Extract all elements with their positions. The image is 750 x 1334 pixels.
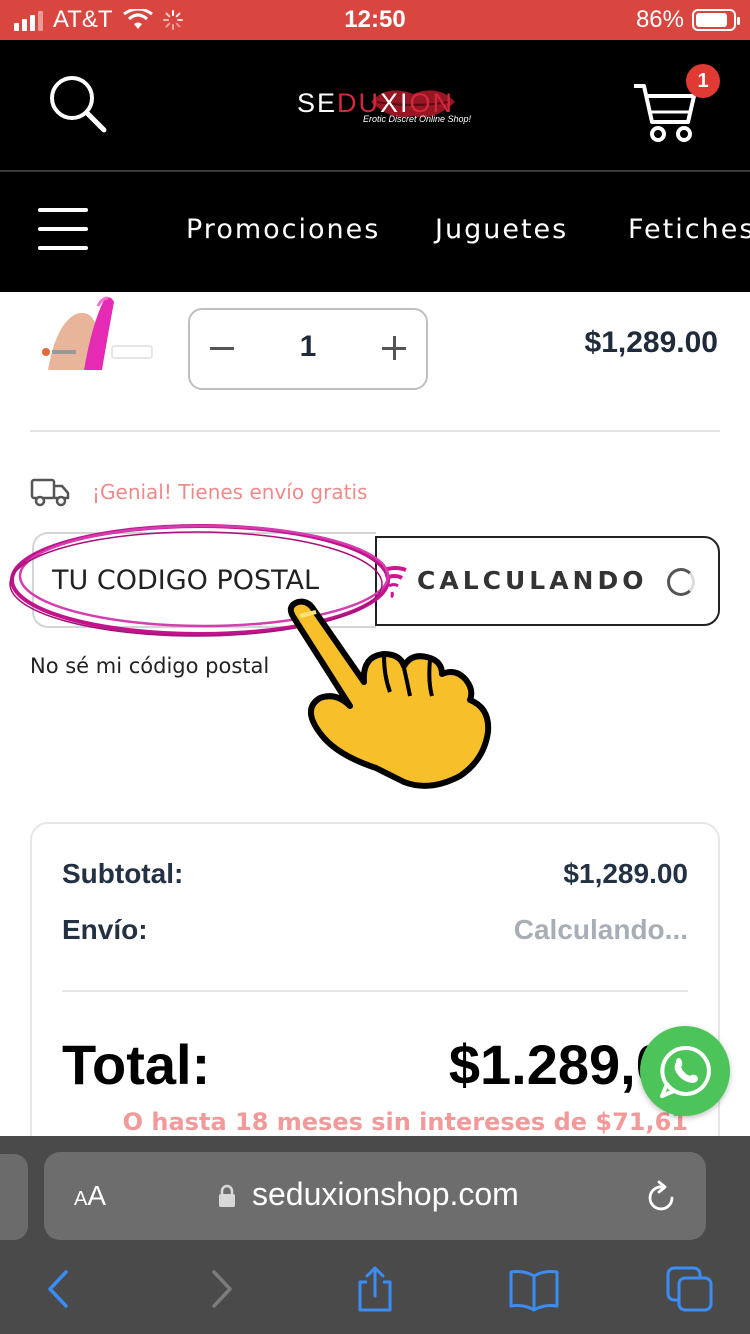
chevron-right-icon[interactable] (198, 1266, 244, 1312)
chevron-left-icon[interactable] (36, 1266, 82, 1312)
logo-tagline: Erotic Discret Online Shop! (363, 114, 472, 124)
aa-big: A (87, 1180, 107, 1211)
calculate-button-label: CALCULANDO (417, 566, 648, 595)
site-logo[interactable]: SEDUXION Erotic Discret Online Shop! (255, 74, 495, 134)
search-button[interactable] (44, 68, 114, 138)
screen: AT&T 12:50 86% SEDUXION Erotic Discret O… (0, 0, 750, 1334)
total-label: Total: (62, 1033, 211, 1096)
truck-icon (30, 478, 70, 507)
spinner-icon (667, 568, 695, 596)
whatsapp-icon (660, 1045, 711, 1098)
order-summary-card: Subtotal: $1,289.00 Envío: Calculando...… (30, 822, 720, 1182)
installments-text: O hasta 18 meses sin intereses de $71,61 (122, 1108, 688, 1136)
reader-aa-button[interactable]: AA (74, 1180, 106, 1212)
battery-percent: 86% (635, 6, 684, 33)
subtotal-value: $1,289.00 (563, 858, 688, 889)
battery-icon (692, 9, 740, 31)
divider (30, 430, 720, 432)
cart-count-badge: 1 (686, 64, 720, 98)
main-nav: Promociones Juguetes Fetiches (0, 172, 750, 292)
product-thumbnail[interactable] (36, 294, 160, 370)
nav-item-juguetes[interactable]: Juguetes (435, 214, 568, 245)
lock-icon (219, 1184, 235, 1207)
tabs-icon[interactable] (666, 1266, 714, 1312)
search-icon (50, 76, 107, 133)
shipping-value: Calculando... (513, 914, 688, 945)
url-text: seduxionshop.com (252, 1176, 519, 1212)
cart-button[interactable]: 1 (630, 64, 720, 144)
address-bar[interactable]: AA seduxionshop.com (44, 1152, 706, 1240)
postal-code-input[interactable] (32, 532, 376, 628)
subtotal-label: Subtotal: (62, 858, 184, 889)
summary-divider (62, 990, 688, 992)
swirl-annotation-icon (383, 566, 407, 598)
aa-small: A (74, 1188, 88, 1210)
product-image (36, 294, 160, 370)
unknown-postal-code-link[interactable]: No sé mi código postal (30, 654, 269, 678)
book-icon[interactable] (508, 1266, 560, 1312)
quantity-stepper: 1 (188, 308, 428, 390)
decrease-quantity-button[interactable] (208, 334, 238, 364)
whatsapp-button[interactable] (640, 1026, 730, 1116)
browser-toolbar: AA seduxionshop.com (0, 1136, 750, 1334)
nav-item-fetiches[interactable]: Fetiches (628, 214, 750, 245)
product-price: $1,289.00 (584, 326, 718, 359)
battery-level (696, 13, 727, 27)
logo-part-1: SE (297, 88, 338, 118)
status-right: 86% (635, 6, 740, 34)
calculate-shipping-button[interactable]: CALCULANDO (375, 536, 720, 626)
nav-item-promociones[interactable]: Promociones (186, 214, 380, 245)
shipping-label: Envío: (62, 914, 148, 945)
quantity-value[interactable]: 1 (280, 330, 336, 364)
reload-icon[interactable] (646, 1180, 678, 1214)
previous-tab-peek[interactable] (0, 1154, 28, 1240)
hamburger-icon[interactable] (38, 208, 88, 250)
increase-quantity-button[interactable] (380, 334, 410, 364)
status-bar: AT&T 12:50 86% (0, 0, 750, 40)
site-header: SEDUXION Erotic Discret Online Shop! 1 (0, 40, 750, 170)
free-shipping-message: ¡Genial! Tienes envío gratis (92, 480, 368, 504)
share-icon[interactable] (352, 1266, 398, 1312)
